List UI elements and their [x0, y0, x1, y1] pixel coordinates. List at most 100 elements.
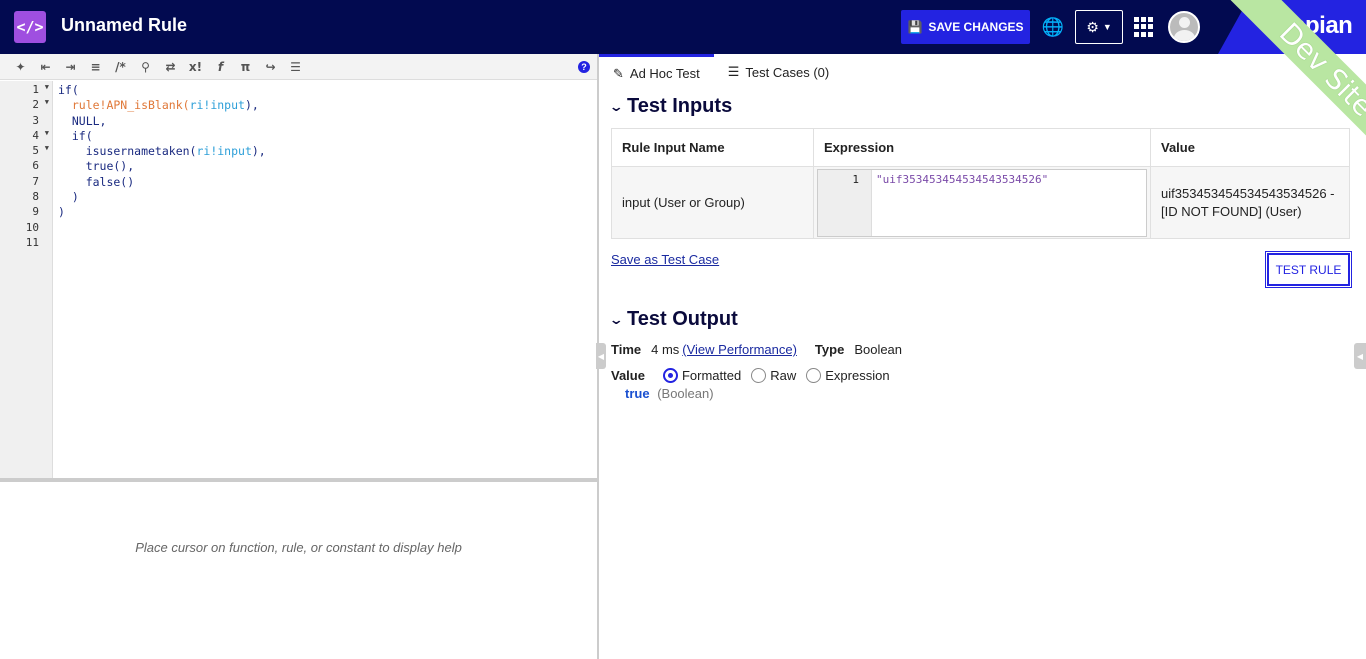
function-icon[interactable]: f — [211, 58, 230, 76]
section-title: Test Output — [627, 308, 738, 330]
time-label: Time — [611, 342, 642, 357]
brand-logo: appian — [1278, 12, 1353, 39]
column-header: Expression — [813, 128, 1151, 167]
gear-icon: ⚙ — [1086, 18, 1099, 35]
time-value: 4 ms — [651, 342, 680, 357]
line-number: 9 — [32, 205, 39, 219]
app-launcher-icon[interactable] — [1134, 17, 1154, 37]
shuffle-icon[interactable]: ⇄ — [161, 58, 180, 76]
code-line[interactable]: NULL, — [58, 114, 266, 129]
line-number: 10 — [25, 220, 39, 234]
function-help-text: Place cursor on function, rule, or const… — [135, 540, 462, 555]
list-icon[interactable]: ≡ — [86, 58, 105, 76]
table-row: input (User or Group) 1 "uif353453454534… — [611, 166, 1350, 239]
tab-label: Ad Hoc Test — [629, 66, 700, 81]
globe-search-icon[interactable]: 🌐 — [1040, 14, 1066, 40]
code-editor[interactable]: 1 ▼ 2 ▼ 3 4 ▼ 5 ▼ 6 7 8 9 10 11 if( rule!APN… — [0, 81, 597, 482]
test-output-header[interactable]: ⌄ Test Output — [608, 308, 738, 331]
fold-arrow-icon[interactable]: ▼ — [45, 144, 49, 152]
radio-label: Formatted — [681, 368, 742, 383]
test-inputs-table: Rule Input Name Expression Value input (… — [611, 128, 1350, 239]
radio-raw[interactable]: Raw — [751, 368, 796, 383]
fold-arrow-icon[interactable]: ▼ — [45, 129, 49, 137]
line-number: 6 — [32, 159, 39, 173]
test-rule-button[interactable]: TEST RULE — [1265, 251, 1352, 288]
result-type: (Boolean) — [657, 386, 714, 401]
code-line[interactable]: isusernametaken(ri!input), — [58, 144, 266, 159]
line-number: 11 — [25, 235, 39, 249]
line-number: 1 ▼ — [32, 83, 49, 96]
output-result: true (Boolean) — [625, 386, 714, 401]
fold-arrow-icon[interactable]: ▼ — [45, 83, 49, 91]
type-label: Type — [814, 342, 845, 357]
indent-icon[interactable]: ⇥ — [61, 58, 80, 76]
code-icon: </> — [14, 11, 46, 43]
column-header: Value — [1150, 128, 1350, 167]
result-value: true — [625, 386, 650, 401]
format-wand-icon[interactable]: ✦ — [11, 58, 30, 76]
search-icon[interactable]: ⚲ — [136, 58, 155, 76]
code-line[interactable]: rule!APN_isBlank(ri!input), — [58, 98, 266, 113]
expression-text[interactable]: "uif353453454534543534526" — [872, 170, 1048, 236]
test-tabs: ✎ Ad Hoc Test ☰ Test Cases (0) — [599, 54, 1366, 90]
user-avatar[interactable] — [1168, 11, 1200, 43]
caret-down-icon: ▼ — [1102, 22, 1112, 32]
code-line[interactable]: if( — [58, 83, 266, 98]
save-changes-label: SAVE CHANGES — [928, 20, 1024, 34]
code-text[interactable]: if( rule!APN_isBlank(ri!input), NULL, if… — [58, 83, 266, 251]
radio-formatted[interactable]: Formatted — [662, 368, 742, 383]
radio-label: Expression — [825, 368, 890, 383]
radio-expression[interactable]: Expression — [806, 368, 890, 383]
variable-icon[interactable]: x! — [186, 58, 205, 76]
data-search-icon[interactable]: ☰ — [286, 58, 305, 76]
tab-label: Test Cases (0) — [745, 64, 830, 80]
code-line[interactable]: if( — [58, 129, 266, 144]
code-line[interactable]: ) — [58, 190, 266, 205]
chevron-down-icon: ⌄ — [608, 98, 624, 114]
expression-cell: 1 "uif353453454534543534526" — [813, 166, 1151, 239]
line-number: 5 ▼ — [32, 144, 49, 158]
code-line[interactable] — [58, 221, 266, 236]
fold-arrow-icon[interactable]: ▼ — [45, 98, 49, 106]
help-icon[interactable]: ? — [578, 61, 590, 73]
outdent-icon[interactable]: ⇤ — [36, 58, 55, 76]
input-value: uif353453454534543534526 - [ID NOT FOUND… — [1150, 166, 1350, 239]
function-help-area: Place cursor on function, rule, or const… — [0, 486, 597, 659]
radio-circle[interactable] — [662, 368, 678, 383]
radio-circle[interactable] — [806, 368, 822, 383]
value-label: Value — [611, 368, 645, 383]
line-number: 4 ▼ — [32, 128, 49, 142]
save-as-test-case-link[interactable]: Save as Test Case — [611, 252, 719, 267]
page-title: Unnamed Rule — [61, 15, 188, 35]
save-icon: 💾 — [907, 20, 923, 34]
test-inputs-header[interactable]: ⌄ Test Inputs — [608, 95, 733, 118]
expression-input[interactable]: 1 "uif353453454534543534526" — [817, 168, 1147, 237]
comment-icon[interactable]: /* — [111, 58, 130, 76]
export-icon[interactable]: ↪ — [261, 58, 280, 76]
save-changes-button[interactable]: 💾 SAVE CHANGES — [901, 10, 1030, 44]
radio-circle[interactable] — [751, 368, 767, 383]
output-value-format: Value Formatted Raw Expression — [611, 368, 900, 383]
code-line[interactable]: true(), — [58, 159, 266, 174]
type-value: Boolean — [854, 342, 903, 357]
code-line[interactable]: ) — [58, 205, 266, 220]
radio-label: Raw — [770, 368, 797, 383]
line-number: 7 — [32, 174, 39, 188]
line-number-gutter: 1 ▼ 2 ▼ 3 4 ▼ 5 ▼ 6 7 8 9 10 11 — [0, 81, 53, 478]
code-line[interactable]: false() — [58, 175, 266, 190]
list-icon: ☰ — [727, 64, 740, 79]
view-performance-link[interactable]: (View Performance) — [682, 342, 797, 357]
line-number: 3 — [32, 113, 39, 127]
line-number: 8 — [32, 190, 39, 204]
code-line[interactable] — [58, 236, 266, 251]
settings-menu-button[interactable]: ⚙ ▼ — [1075, 10, 1123, 44]
pi-icon[interactable]: π — [236, 58, 255, 76]
top-bar: </> Unnamed Rule 💾 SAVE CHANGES 🌐 ⚙ ▼ ap… — [0, 0, 1366, 54]
section-title: Test Inputs — [627, 95, 733, 117]
line-number: 2 ▼ — [32, 98, 49, 112]
tab-test-cases[interactable]: ☰ Test Cases (0) — [714, 54, 843, 90]
tab-ad-hoc-test[interactable]: ✎ Ad Hoc Test — [599, 54, 714, 90]
rule-input-name: input (User or Group) — [611, 166, 814, 239]
column-header: Rule Input Name — [611, 128, 814, 167]
chevron-down-icon: ⌄ — [608, 311, 624, 327]
